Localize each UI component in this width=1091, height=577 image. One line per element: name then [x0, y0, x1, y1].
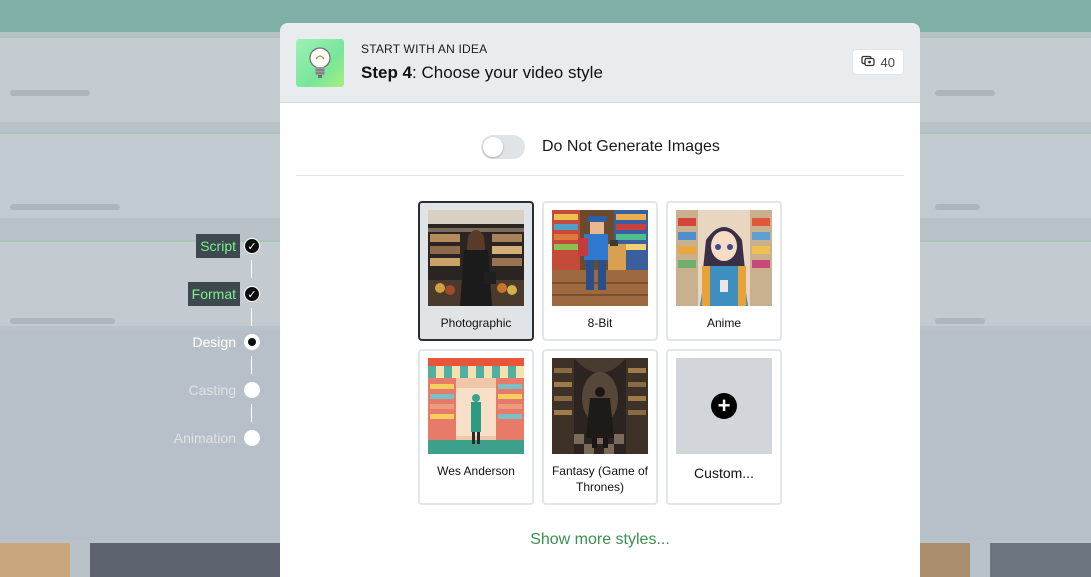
- checkmark-icon: ✓: [244, 238, 260, 254]
- custom-thumbnail: +: [676, 358, 772, 454]
- pending-step-icon: [244, 430, 260, 446]
- toggle-knob: [483, 137, 503, 157]
- style-card-anime[interactable]: Anime: [666, 201, 782, 341]
- style-thumbnail: [676, 210, 772, 306]
- background-thumbnail: [990, 543, 1091, 577]
- toggle-row: Do Not Generate Images: [296, 103, 904, 176]
- current-step-icon: [244, 334, 260, 350]
- style-name: Wes Anderson: [437, 464, 515, 478]
- background-text: [10, 318, 115, 324]
- step-label: Script: [196, 234, 240, 258]
- lightbulb-icon: [296, 39, 344, 87]
- step-format[interactable]: Format ✓: [187, 280, 260, 308]
- step-label: Format: [187, 282, 240, 306]
- style-thumbnail: [552, 210, 648, 306]
- checkmark-icon: ✓: [244, 286, 260, 302]
- background-text: [10, 90, 90, 96]
- style-name: Custom...: [694, 465, 754, 481]
- background-thumbnail: [0, 543, 70, 577]
- style-name: Photographic: [440, 316, 512, 330]
- toggle-label: Do Not Generate Images: [542, 138, 720, 155]
- modal-eyebrow: START WITH AN IDEA: [361, 42, 488, 56]
- style-card-8-bit[interactable]: 8-Bit: [542, 201, 658, 341]
- step-label: Casting: [188, 382, 236, 398]
- credits-count: 40: [880, 54, 895, 70]
- pending-step-icon: [244, 382, 260, 398]
- style-card-custom[interactable]: + Custom...: [666, 349, 782, 505]
- style-thumbnail: [428, 358, 524, 454]
- generate-images-toggle[interactable]: [481, 135, 525, 159]
- step-label: Animation: [173, 430, 236, 446]
- background-text: [935, 90, 995, 96]
- step-design[interactable]: Design: [188, 328, 260, 356]
- style-name: 8-Bit: [587, 316, 613, 330]
- modal-header: START WITH AN IDEA Step 4: Choose your v…: [280, 23, 920, 103]
- show-more-styles-link[interactable]: Show more styles...: [280, 531, 920, 549]
- style-thumbnail: [428, 210, 524, 306]
- style-card-photographic[interactable]: Photographic: [418, 201, 534, 341]
- style-modal: START WITH AN IDEA Step 4: Choose your v…: [280, 23, 920, 577]
- coins-icon: [860, 55, 875, 70]
- style-thumbnail: [552, 358, 648, 454]
- step-connector: [251, 260, 252, 278]
- style-name: Fantasy (Game of Thrones): [551, 464, 649, 494]
- credits-badge: 40: [851, 49, 904, 75]
- background-text: [10, 204, 120, 210]
- background-thumbnail: [920, 543, 970, 577]
- style-name: Anime: [706, 316, 741, 330]
- style-card-fantasy[interactable]: Fantasy (Game of Thrones): [542, 349, 658, 505]
- step-connector: [251, 356, 252, 374]
- step-connector: [251, 308, 252, 326]
- step-connector: [251, 404, 252, 422]
- step-label: Design: [192, 334, 236, 350]
- step-animation[interactable]: Animation: [170, 424, 260, 452]
- step-title: : Choose your video style: [412, 63, 603, 82]
- modal-title: Step 4: Choose your video style: [361, 63, 603, 83]
- background-text: [935, 318, 985, 324]
- step-script[interactable]: Script ✓: [196, 232, 260, 260]
- plus-icon: +: [711, 393, 737, 419]
- step-number: Step 4: [361, 63, 413, 82]
- style-card-wes-anderson[interactable]: Wes Anderson: [418, 349, 534, 505]
- background-text: [935, 204, 980, 210]
- step-casting[interactable]: Casting: [185, 376, 260, 404]
- background-thumbnail: [90, 543, 280, 577]
